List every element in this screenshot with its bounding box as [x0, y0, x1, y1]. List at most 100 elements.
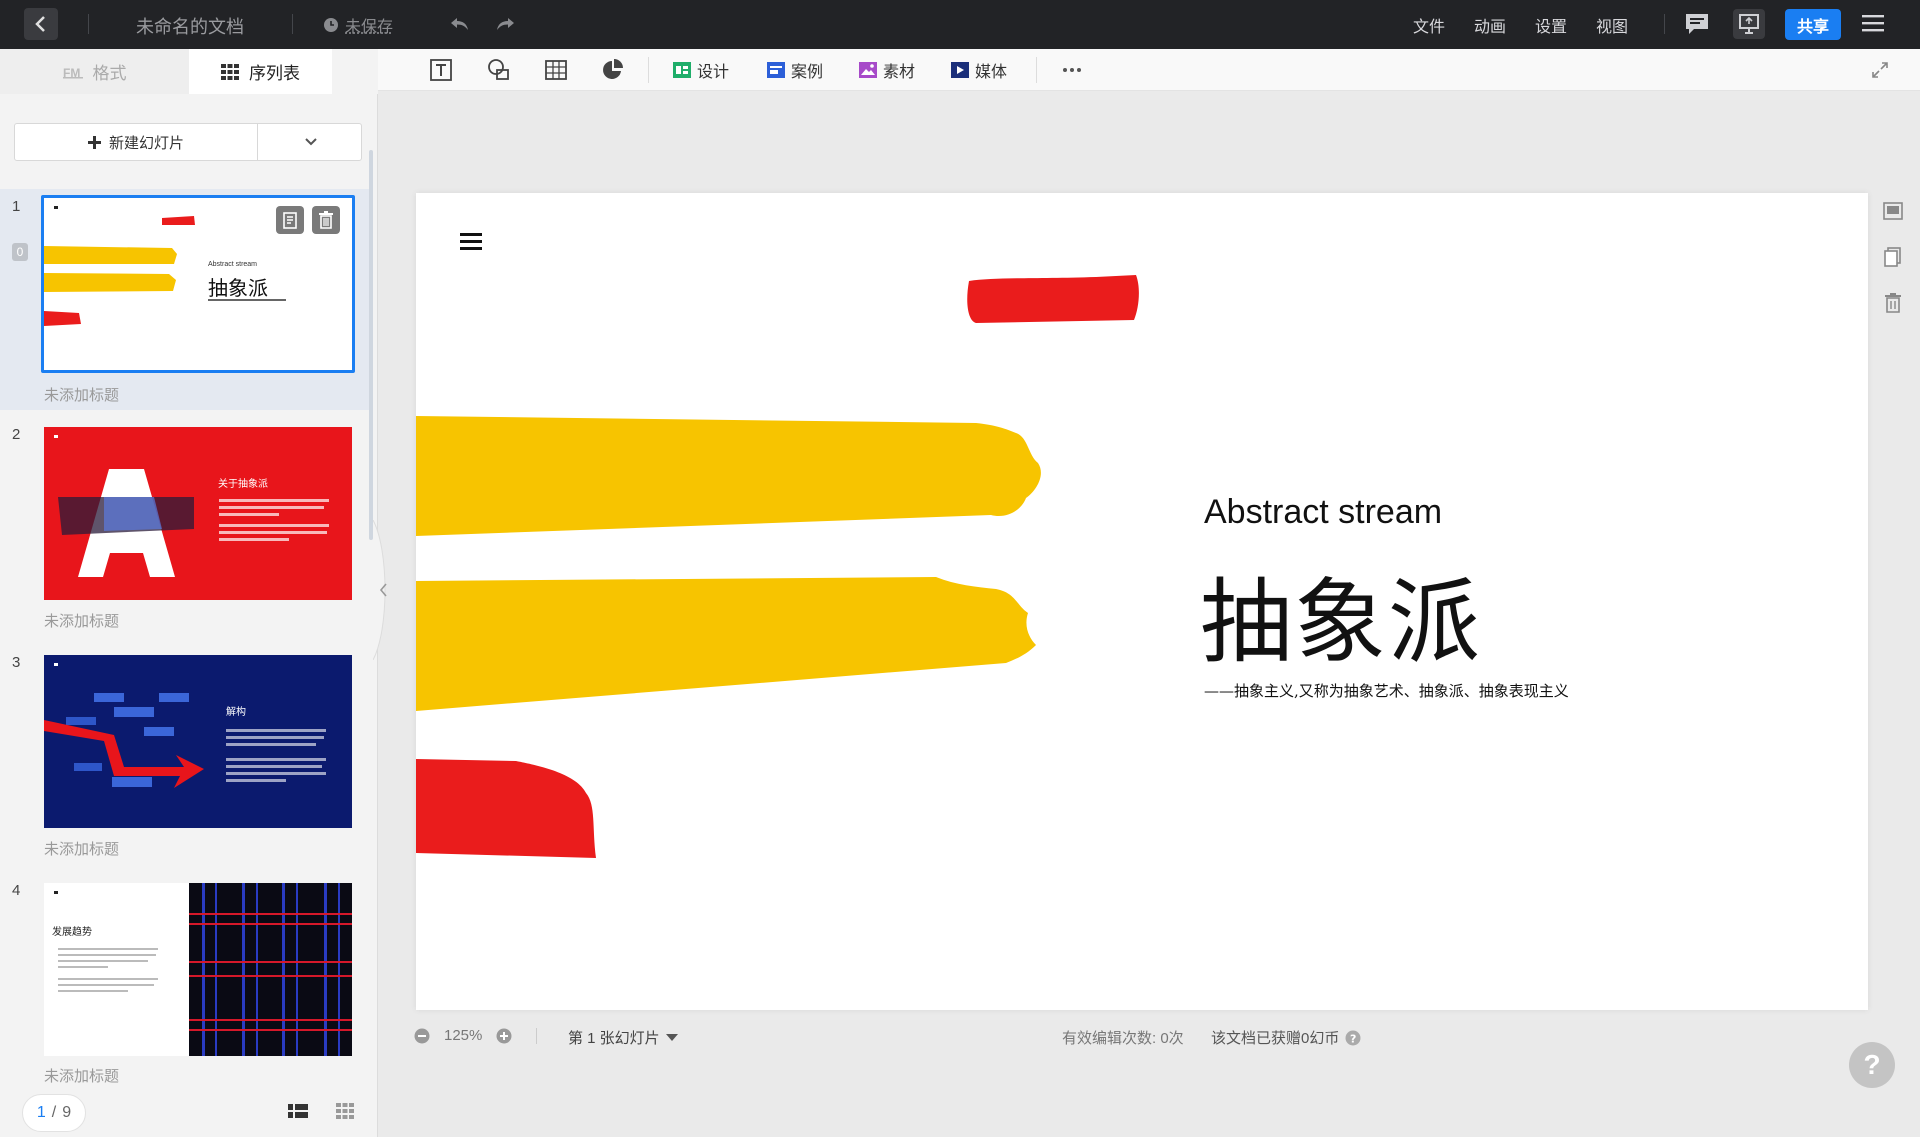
- image-icon: [859, 62, 877, 78]
- slide-number: 2: [12, 426, 21, 443]
- edit-count: 有效编辑次数: 0次: [1062, 1030, 1184, 1047]
- question-icon[interactable]: ?: [1345, 1030, 1361, 1046]
- tab-format-label: 格式: [92, 64, 127, 83]
- slide-layout-button[interactable]: [1878, 196, 1908, 226]
- pager-separator: /: [51, 1104, 57, 1121]
- chevron-left-icon: [372, 519, 387, 661]
- zoom-control: 125%: [414, 1027, 512, 1044]
- insert-toolbar: 设计 案例 素材 媒体: [378, 49, 1920, 91]
- slide-number: 1: [12, 198, 21, 215]
- tab-format[interactable]: FM 格式: [0, 49, 189, 94]
- pie-chart-icon: [603, 59, 623, 79]
- case-button[interactable]: 案例: [767, 57, 823, 83]
- zoom-level: 125%: [444, 1027, 483, 1044]
- brush-strokes-art: [416, 275, 1139, 858]
- insert-shape-button[interactable]: [487, 57, 511, 83]
- new-slide-control: 新建幻灯片: [14, 123, 362, 161]
- design-label: 设计: [697, 64, 730, 81]
- main-menu-button[interactable]: [1862, 12, 1884, 39]
- list-view-button[interactable]: [288, 1103, 308, 1124]
- slide-thumbnail[interactable]: 发展趋势: [44, 883, 352, 1056]
- delete-slide-side-button[interactable]: [1878, 288, 1908, 318]
- media-button[interactable]: 媒体: [951, 57, 1007, 83]
- slide-number: 3: [12, 654, 21, 671]
- duplicate-slide-side-button[interactable]: [1878, 242, 1908, 272]
- slide-pager: 1 / 9: [22, 1094, 86, 1132]
- thumb-description-line: [208, 299, 286, 301]
- fullscreen-button[interactable]: [1871, 57, 1889, 83]
- help-button[interactable]: ?: [1849, 1042, 1895, 1088]
- presentation-icon: [1739, 14, 1759, 34]
- comments-button[interactable]: [1681, 9, 1713, 39]
- collapse-panel-handle[interactable]: [372, 519, 395, 661]
- duplicate-slide-button[interactable]: [276, 206, 304, 234]
- panel-tabs: FM 格式 序列表: [0, 49, 378, 94]
- pager-current: 1: [36, 1104, 46, 1121]
- menu-file[interactable]: 文件: [1413, 13, 1445, 37]
- undo-button[interactable]: [449, 13, 471, 40]
- expand-icon: [1872, 62, 1888, 78]
- shapes-icon: [488, 59, 509, 80]
- slide-list-scrollbar[interactable]: [369, 150, 373, 540]
- save-status[interactable]: 未保存: [323, 13, 393, 37]
- top-bar: 未命名的文档 未保存 文件 动画 设置 视图 共享: [0, 0, 1920, 49]
- zoom-in-icon[interactable]: [496, 1028, 512, 1044]
- slide-indicator-dropdown[interactable]: 第 1 张幻灯片: [568, 1027, 678, 1048]
- insert-table-button[interactable]: [544, 57, 568, 83]
- trash-icon: [1885, 293, 1901, 313]
- save-status-label: 未保存: [345, 19, 394, 36]
- slide-thumbnail[interactable]: Abstract stream 抽象派: [41, 195, 355, 373]
- back-button[interactable]: [24, 8, 58, 40]
- slide-canvas[interactable]: Abstract stream 抽象派 ——抽象主义,又称为抽象艺术、抽象派、抽…: [416, 193, 1868, 1010]
- tab-slide-list[interactable]: 序列表: [189, 49, 332, 94]
- new-slide-dropdown[interactable]: [259, 124, 363, 160]
- menu-settings[interactable]: 设置: [1535, 13, 1567, 37]
- chevron-down-icon: [305, 138, 317, 146]
- slide-panel: FM 格式 序列表 新建幻灯片 1 0 Abstract stream 抽象派 …: [0, 49, 378, 1137]
- tab-list-label: 序列表: [249, 64, 300, 83]
- media-icon: [951, 62, 969, 78]
- slide-subtitle[interactable]: Abstract stream: [1204, 493, 1442, 532]
- delete-slide-button[interactable]: [312, 206, 340, 234]
- hamburger-icon: [1862, 15, 1884, 32]
- chevron-left-icon: [35, 16, 45, 32]
- slide-thumbnail-art: [44, 663, 326, 788]
- slide-thumbnail[interactable]: 关于抽象派: [44, 427, 352, 600]
- copy-icon: [1884, 247, 1901, 267]
- new-slide-button[interactable]: 新建幻灯片: [15, 124, 258, 160]
- divider: [88, 14, 89, 34]
- slide-thumbnail[interactable]: 解构: [44, 655, 352, 828]
- slide-caption: 未添加标题: [44, 387, 120, 404]
- design-button[interactable]: 设计: [673, 57, 729, 83]
- divider: [536, 1028, 537, 1044]
- textbox-icon: [430, 59, 452, 81]
- slide-thumbnail-art: [54, 883, 352, 1056]
- share-button[interactable]: 共享: [1785, 9, 1841, 40]
- grid-view-button[interactable]: [336, 1103, 354, 1124]
- zoom-out-icon[interactable]: [414, 1028, 430, 1044]
- coins-label: 该文档已获赠0幻币: [1211, 1030, 1340, 1047]
- material-button[interactable]: 素材: [859, 57, 915, 83]
- document-title[interactable]: 未命名的文档: [136, 13, 244, 39]
- slide-description[interactable]: ——抽象主义,又称为抽象艺术、抽象派、抽象表现主义: [1204, 680, 1569, 701]
- pager-total: 9: [62, 1104, 72, 1121]
- insert-textbox-button[interactable]: [429, 57, 453, 83]
- coins-info: 该文档已获赠0幻币 ?: [1211, 1027, 1361, 1048]
- more-icon: [1063, 68, 1081, 72]
- thumb-title: 关于抽象派: [218, 479, 268, 490]
- new-slide-label: 新建幻灯片: [108, 134, 184, 152]
- menu-animation[interactable]: 动画: [1474, 13, 1506, 37]
- slide-number: 4: [12, 882, 21, 899]
- table-icon: [545, 60, 567, 80]
- slide-caption: 未添加标题: [44, 613, 120, 630]
- grid-icon: [221, 63, 239, 80]
- menu-view[interactable]: 视图: [1596, 13, 1628, 37]
- case-icon: [767, 62, 785, 78]
- present-button[interactable]: [1733, 9, 1765, 39]
- insert-chart-button[interactable]: [601, 57, 625, 83]
- slide-title[interactable]: 抽象派: [1200, 548, 1482, 681]
- more-tools-button[interactable]: [1062, 57, 1082, 83]
- divider: [1664, 14, 1665, 34]
- layout-icon: [1883, 202, 1903, 220]
- redo-button[interactable]: [494, 13, 516, 40]
